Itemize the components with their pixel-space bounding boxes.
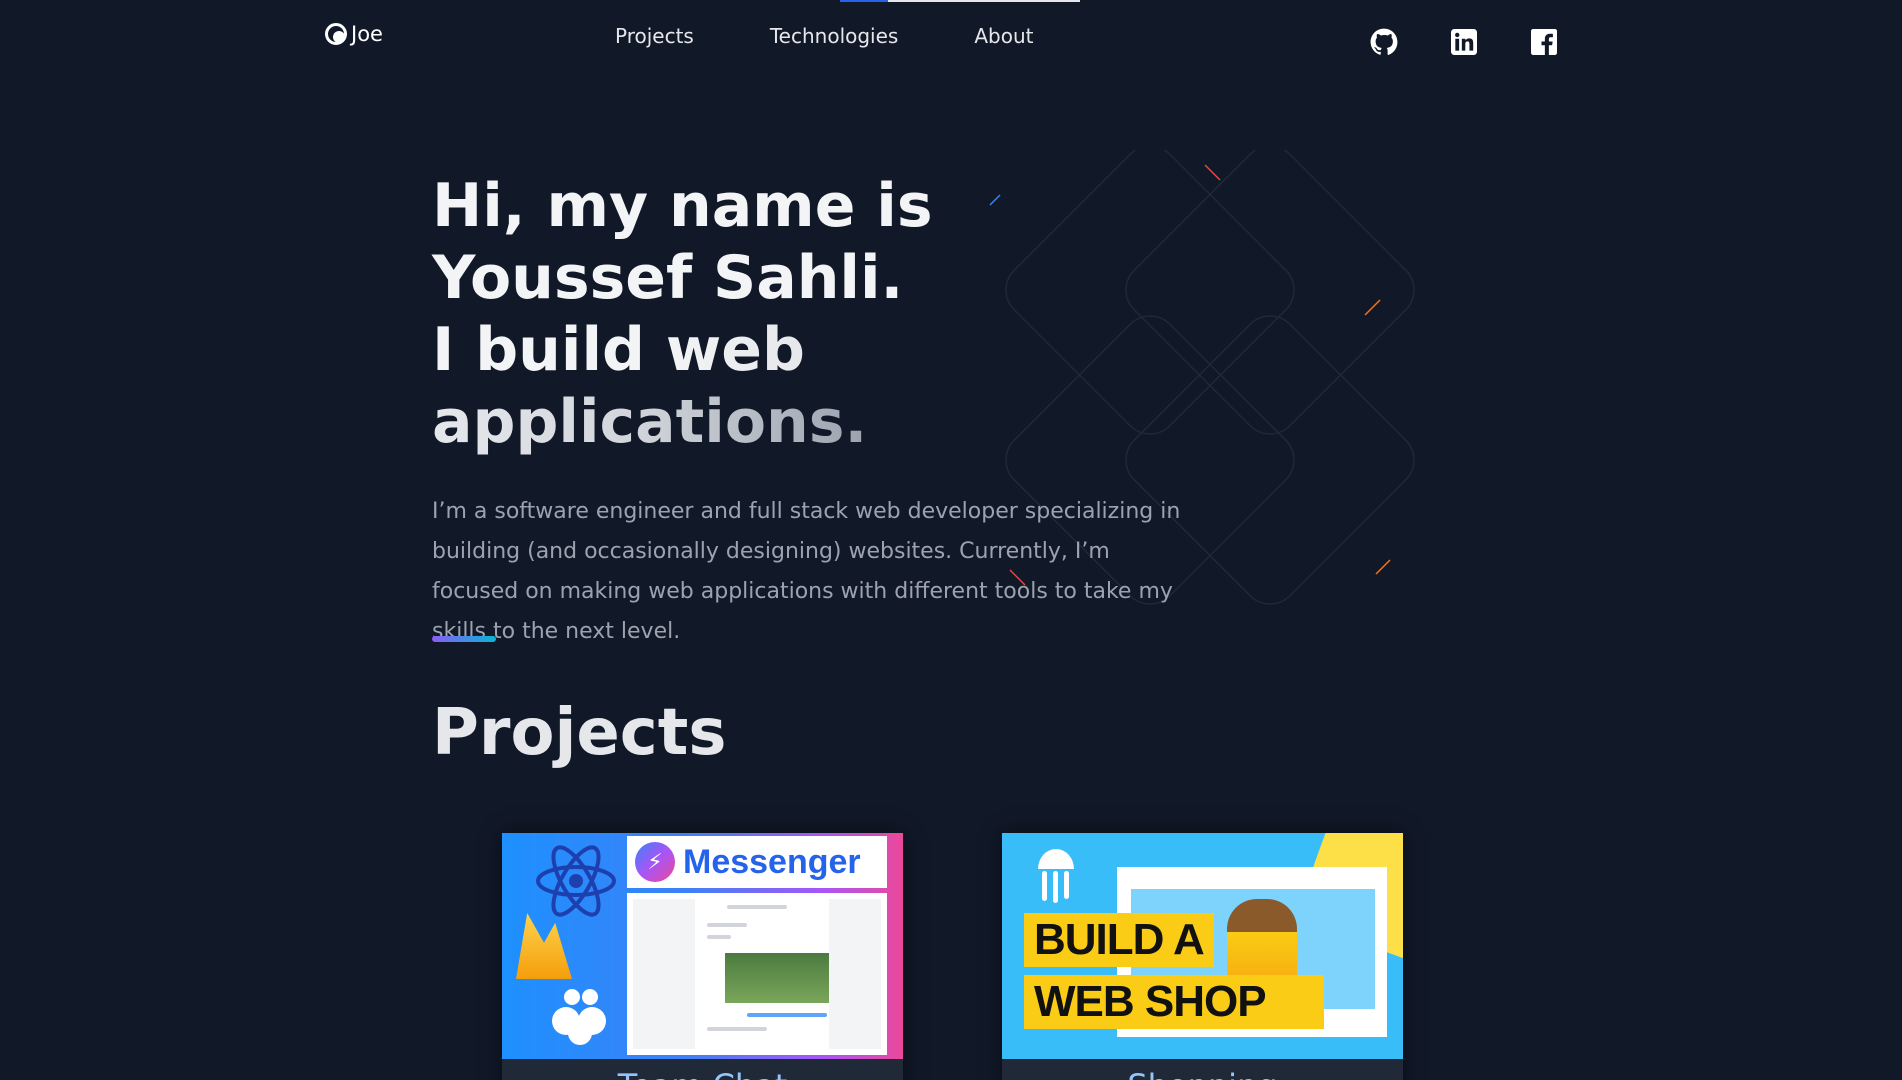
logo[interactable]: Joe [325,22,383,46]
github-icon[interactable] [1370,28,1398,56]
nav-projects[interactable]: Projects [615,24,694,48]
nav-about[interactable]: About [974,24,1033,48]
hero-section: Hi, my name is Youssef Sahli. I build we… [432,170,1212,652]
section-divider [432,636,496,642]
site-header: Joe Projects Technologies About [0,0,1902,72]
project-title[interactable]: Shopping [1002,1067,1403,1080]
message-line [747,1013,827,1017]
project-thumbnail[interactable]: BUILD A WEB SHOP [1002,833,1403,1059]
project-title[interactable]: Team Chat [502,1067,903,1080]
hero-line-1: Hi, my name is [432,171,933,241]
logo-text: Joe [351,22,383,46]
logo-icon [325,23,347,45]
shared-photo [725,953,829,1003]
social-links [1370,28,1558,56]
hero-line-3-start: I build [432,315,666,385]
hero-heading: Hi, my name is Youssef Sahli. I build we… [432,170,1212,458]
chat-logo-icon [552,989,606,1045]
thumb-headline-2: WEB SHOP [1024,975,1324,1029]
facebook-icon[interactable] [1530,28,1558,56]
react-icon [536,845,616,917]
project-thumbnail[interactable]: ⚡ Messenger [502,833,903,1059]
hero-line-2: Youssef Sahli. [432,243,904,313]
messenger-icon: ⚡ [635,842,675,882]
chat-list-column [633,899,695,1049]
thumb-headline-1: BUILD A [1024,913,1214,967]
nav-technologies[interactable]: Technologies [770,24,898,48]
main-nav: Projects Technologies About [615,24,1033,48]
chat-header-line [727,905,787,909]
messenger-banner-text: Messenger [683,842,861,881]
people-column [829,899,881,1049]
jellyfish-icon [1038,849,1074,903]
message-line [707,935,731,939]
chat-app-preview [627,893,887,1055]
project-card-shopping[interactable]: BUILD A WEB SHOP Shopping [1002,833,1403,1080]
message-line [707,923,747,927]
message-line [707,1027,767,1031]
project-card-team-chat[interactable]: ⚡ Messenger Team Chat [502,833,903,1080]
projects-title: Projects [432,696,727,770]
linkedin-icon[interactable] [1450,28,1478,56]
hero-intro: I’m a software engineer and full stack w… [432,499,1181,644]
messenger-banner: ⚡ Messenger [627,836,887,888]
